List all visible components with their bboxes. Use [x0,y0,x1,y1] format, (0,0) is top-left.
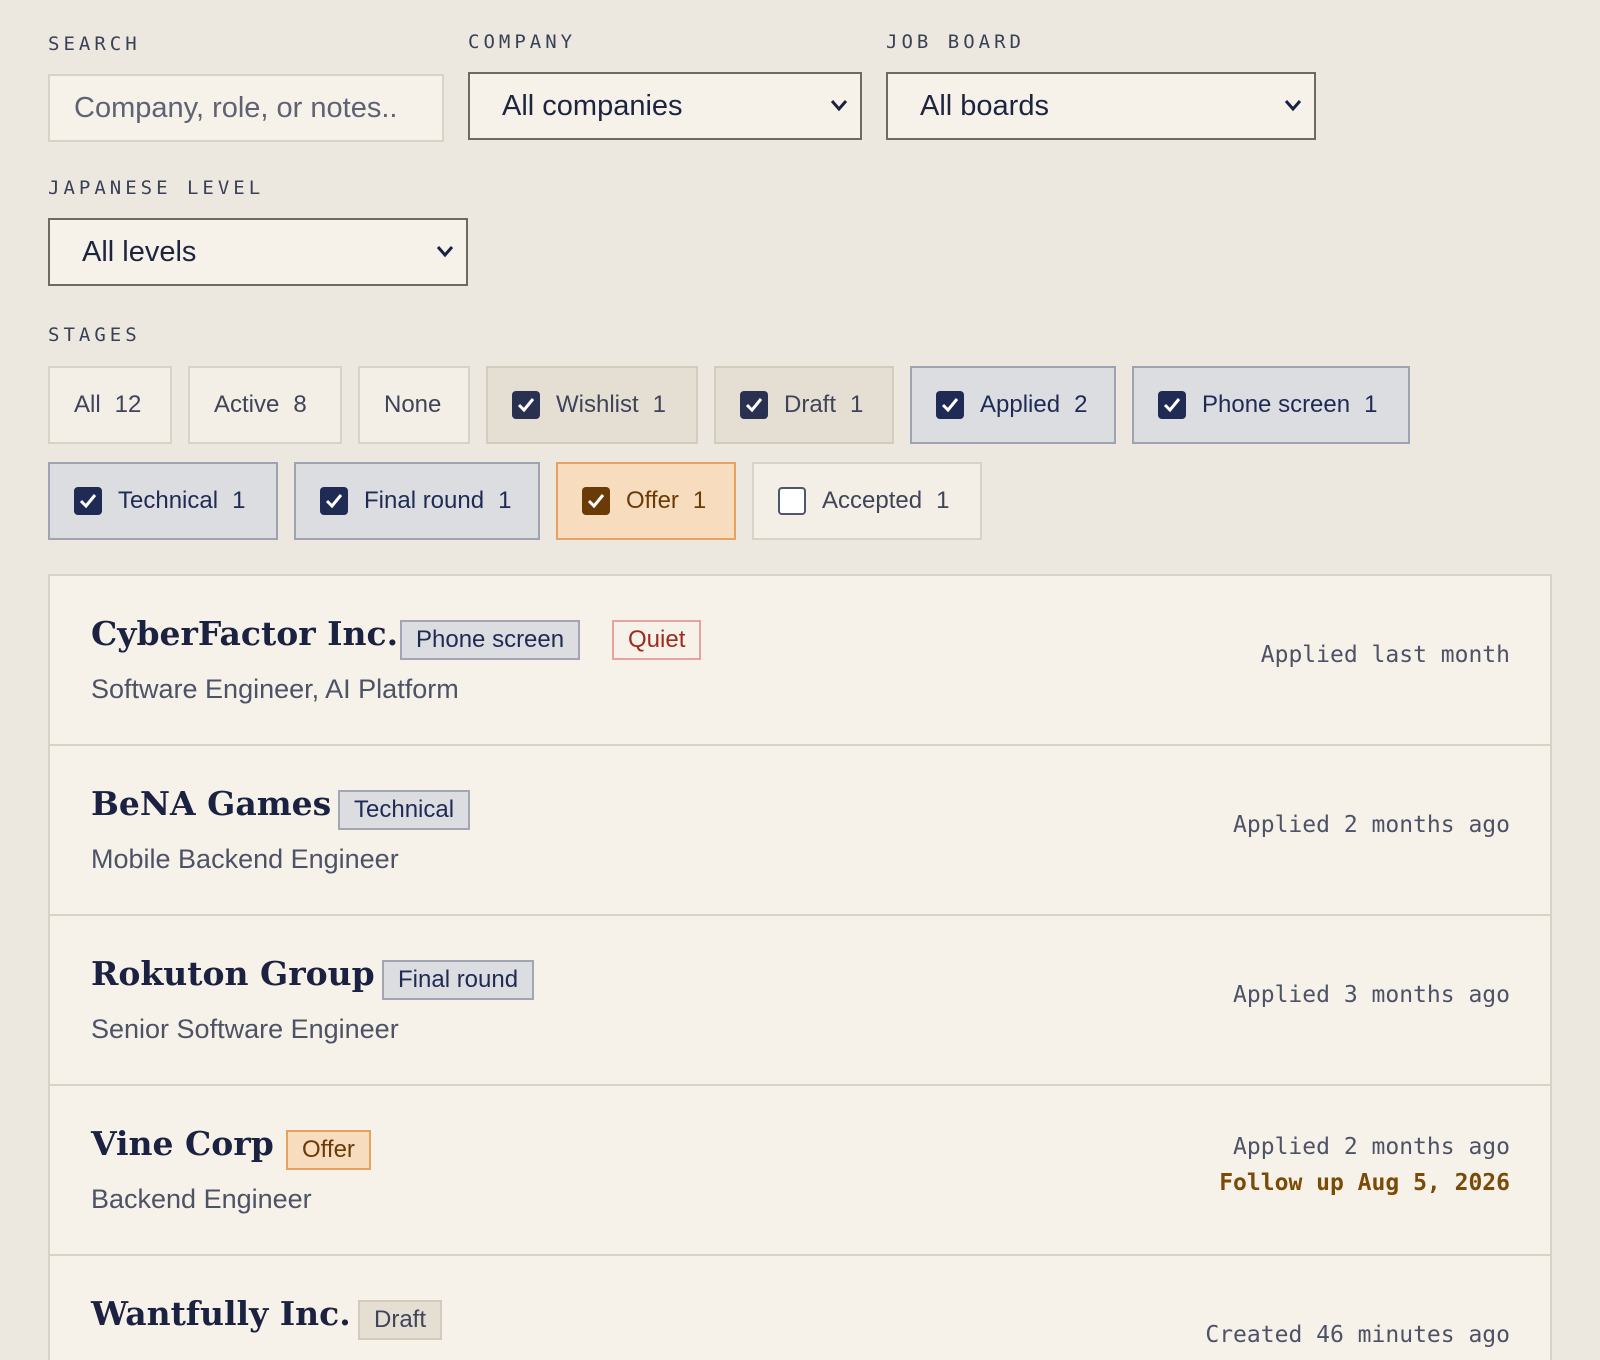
role-title: Backend Engineer [91,1184,312,1214]
stage-chip-draft[interactable]: Draft 1 [714,366,894,444]
company-label: COMPANY [468,31,577,53]
chip-label: All [74,391,101,418]
chip-count: 1 [692,487,707,514]
application-card[interactable]: CyberFactor Inc. Phone screen Quiet Soft… [50,576,1550,746]
chip-label: None [384,391,442,418]
chip-label: Active [214,391,280,418]
stage-filter-all[interactable]: All 12 [48,366,172,444]
stages-label: STAGES [48,324,141,346]
chevron-down-icon [1284,100,1302,112]
chip-label: Applied [980,391,1061,418]
search-label: SEARCH [48,33,141,55]
application-card[interactable]: Vine Corp Offer Backend Engineer Applied… [50,1086,1550,1256]
company-select[interactable]: All companies [468,72,862,140]
chip-label: Wishlist [556,391,639,418]
job-board-label: JOB BOARD [886,31,1025,53]
stage-chip-wishlist[interactable]: Wishlist 1 [486,366,698,444]
company-name: Rokuton Group [91,954,375,993]
chip-count: 8 [293,391,307,418]
stage-badge: Draft [358,1300,443,1340]
chip-count: 12 [114,391,142,418]
stage-badge: Technical [338,790,471,830]
chip-count: 1 [936,487,950,514]
application-list: CyberFactor Inc. Phone screen Quiet Soft… [48,574,1552,1360]
follow-up-date: Follow up Aug 5, 2026 [1219,1170,1510,1196]
stage-chip-accepted[interactable]: Accepted 1 [752,462,982,540]
stage-chip-phone-screen[interactable]: Phone screen 1 [1132,366,1410,444]
job-board-select-value: All boards [920,89,1049,122]
japanese-level-label: JAPANESE LEVEL [48,177,265,199]
company-select-value: All companies [502,89,683,122]
stage-chip-offer[interactable]: Offer 1 [556,462,736,540]
checkbox-checked-icon[interactable] [320,487,348,515]
checkbox-checked-icon[interactable] [740,391,768,419]
stage-filter-active[interactable]: Active 8 [188,366,342,444]
chip-label: Technical [118,487,219,514]
chip-label: Final round [364,487,485,514]
chip-count: 1 [850,391,864,418]
stage-chip-applied[interactable]: Applied 2 [910,366,1116,444]
chevron-down-icon [436,246,454,258]
stage-badge: Phone screen [400,620,581,660]
chip-label: Draft [784,391,837,418]
stage-badge: Offer [286,1130,371,1170]
checkbox-unchecked-icon[interactable] [778,487,806,515]
chip-count: 1 [232,487,246,514]
chip-count: 2 [1074,391,1088,418]
role-title: Senior Software Engineer [91,1014,399,1044]
checkbox-checked-icon[interactable] [1158,391,1186,419]
japanese-level-select[interactable]: All levels [48,218,468,286]
applied-status: Applied 2 months ago [1233,1134,1510,1160]
stage-chip-technical[interactable]: Technical 1 [48,462,278,540]
japanese-level-select-value: All levels [82,235,197,268]
checkbox-checked-icon[interactable] [512,391,540,419]
chip-count: 1 [1364,391,1378,418]
stage-filter-none[interactable]: None [358,366,470,444]
job-board-select[interactable]: All boards [886,72,1316,140]
application-card[interactable]: BeNA Games Technical Mobile Backend Engi… [50,746,1550,916]
company-name: CyberFactor Inc. [91,614,399,653]
chip-count: 1 [652,391,667,418]
created-status: Created 46 minutes ago [1205,1322,1510,1348]
search-input[interactable]: Company, role, or notes.. [48,74,444,142]
company-name: BeNA Games [91,784,332,823]
checkbox-checked-icon[interactable] [936,391,964,419]
search-placeholder: Company, role, or notes.. [74,91,398,124]
chip-count: 1 [498,487,512,514]
quiet-badge: Quiet [612,620,702,660]
chip-label: Offer [626,487,679,514]
role-title: Mobile Backend Engineer [91,844,399,874]
applied-status: Applied 2 months ago [1233,812,1510,838]
checkbox-checked-icon[interactable] [74,487,102,515]
chevron-down-icon [830,100,848,112]
stage-badge: Final round [382,960,535,1000]
stage-chip-final-round[interactable]: Final round 1 [294,462,540,540]
role-title: Software Engineer, AI Platform [91,674,459,704]
application-card[interactable]: Wantfully Inc. Draft Created 46 minutes … [50,1256,1550,1360]
applied-status: Applied 3 months ago [1233,982,1510,1008]
applied-status: Applied last month [1260,642,1510,668]
checkbox-checked-icon[interactable] [582,487,610,515]
chip-label: Phone screen [1202,391,1351,418]
company-name: Wantfully Inc. [91,1294,351,1333]
chip-label: Accepted [822,487,923,514]
application-card[interactable]: Rokuton Group Final round Senior Softwar… [50,916,1550,1086]
company-name: Vine Corp [91,1124,274,1163]
